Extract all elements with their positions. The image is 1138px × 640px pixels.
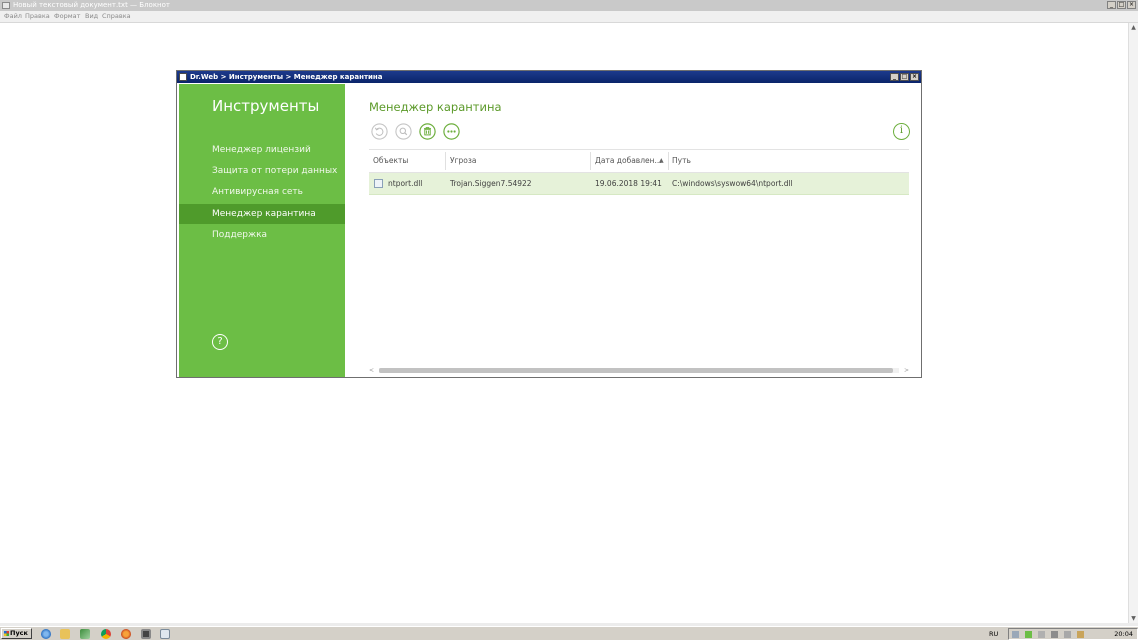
menu-edit[interactable]: Правка	[25, 11, 50, 22]
notepad-window-controls: _ □ ×	[1107, 1, 1136, 9]
drweb-window-controls: _ □ ×	[890, 73, 919, 81]
taskbar: Пуск RU 20:04	[0, 626, 1138, 640]
menu-view[interactable]: Вид	[85, 11, 98, 22]
tray-network-icon[interactable]	[1012, 631, 1019, 638]
rescan-button[interactable]	[395, 123, 412, 140]
column-divider[interactable]	[668, 152, 669, 170]
notepad-vertical-scrollbar[interactable]: ▲ ▼	[1128, 23, 1138, 623]
sidebar-heading: Инструменты	[212, 97, 320, 115]
cell-object: ntport.dll	[388, 179, 423, 188]
ie-icon[interactable]	[41, 629, 51, 639]
scroll-down-arrow-icon[interactable]: ▼	[1129, 614, 1138, 623]
notepad-close-button[interactable]: ×	[1127, 1, 1136, 9]
notepad-titlebar[interactable]: Новый текстовый документ.txt — Блокнот _…	[0, 0, 1138, 11]
delete-button[interactable]	[419, 123, 436, 140]
drweb-taskbar-icon[interactable]	[141, 629, 151, 639]
notepad-icon	[2, 2, 10, 9]
notepad-menubar: Файл Правка Формат Вид Справка	[0, 11, 1138, 23]
system-tray: RU 20:04	[989, 628, 1138, 640]
restore-icon	[371, 123, 388, 140]
sidebar: Инструменты Менеджер лицензий Защита от …	[179, 84, 345, 377]
drweb-app-icon	[179, 73, 187, 81]
drweb-maximize-button[interactable]: □	[900, 73, 909, 81]
table-row[interactable]: ntport.dll Trojan.Siggen7.54922 19.06.20…	[369, 173, 909, 195]
explorer-icon[interactable]	[60, 629, 70, 639]
tray-volume-icon[interactable]	[1051, 631, 1058, 638]
more-button[interactable]	[443, 123, 460, 140]
clock[interactable]: 20:04	[1114, 629, 1133, 639]
start-button[interactable]: Пуск	[1, 628, 32, 639]
drweb-titlebar[interactable]: Dr.Web > Инструменты > Менеджер карантин…	[177, 71, 921, 83]
row-checkbox[interactable]	[374, 179, 383, 188]
cell-threat: Trojan.Siggen7.54922	[450, 179, 532, 188]
scrollbar-thumb[interactable]	[379, 368, 893, 373]
page-title: Менеджер карантина	[369, 100, 502, 114]
notepad-taskbar-icon[interactable]	[160, 629, 170, 639]
notepad-minimize-button[interactable]: _	[1107, 1, 1116, 9]
scroll-right-arrow-icon[interactable]: >	[904, 367, 909, 374]
firefox-icon[interactable]	[121, 629, 131, 639]
sidebar-item-data-loss-protection[interactable]: Защита от потери данных	[179, 161, 345, 181]
scroll-left-arrow-icon[interactable]: <	[369, 367, 374, 374]
main-panel: Менеджер карантина i Объекты Угроза Дата…	[345, 84, 921, 377]
app-icon[interactable]	[80, 629, 90, 639]
sort-ascending-icon: ▲	[659, 157, 664, 164]
sidebar-item-license-manager[interactable]: Менеджер лицензий	[179, 140, 345, 160]
restore-button[interactable]	[371, 123, 388, 140]
more-icon	[443, 123, 460, 140]
tray-monitor-icon[interactable]	[1064, 631, 1071, 638]
help-icon[interactable]: ?	[212, 334, 228, 350]
sidebar-item-quarantine-manager[interactable]: Менеджер карантина	[179, 204, 345, 224]
tray-flag-icon[interactable]	[1038, 631, 1045, 638]
language-indicator[interactable]: RU	[989, 629, 998, 640]
drweb-close-button[interactable]: ×	[910, 73, 919, 81]
column-header-path[interactable]: Путь	[672, 150, 691, 172]
drweb-window: Dr.Web > Инструменты > Менеджер карантин…	[176, 70, 922, 378]
sidebar-item-antivirus-network[interactable]: Антивирусная сеть	[179, 182, 345, 202]
drweb-minimize-button[interactable]: _	[890, 73, 899, 81]
notepad-title: Новый текстовый документ.txt — Блокнот	[13, 1, 170, 9]
horizontal-scrollbar[interactable]: < >	[369, 367, 909, 374]
tray-drweb-icon[interactable]	[1025, 631, 1032, 638]
column-header-objects[interactable]: Объекты	[373, 150, 408, 172]
quarantine-table: Объекты Угроза Дата добавлен... ▲ Путь n…	[369, 149, 909, 195]
info-icon[interactable]: i	[893, 123, 910, 140]
scroll-up-arrow-icon[interactable]: ▲	[1129, 23, 1138, 32]
table-header: Объекты Угроза Дата добавлен... ▲ Путь	[369, 149, 909, 173]
column-divider[interactable]	[590, 152, 591, 170]
menu-format[interactable]: Формат	[54, 11, 80, 22]
column-header-threat[interactable]: Угроза	[450, 150, 476, 172]
sidebar-item-support[interactable]: Поддержка	[179, 225, 345, 245]
menu-file[interactable]: Файл	[4, 11, 22, 22]
cell-path: C:\windows\syswow64\ntport.dll	[672, 179, 793, 188]
chrome-icon[interactable]	[101, 629, 111, 639]
menu-help[interactable]: Справка	[102, 11, 131, 22]
drweb-title: Dr.Web > Инструменты > Менеджер карантин…	[190, 73, 383, 81]
rescan-icon	[395, 123, 412, 140]
notepad-maximize-button[interactable]: □	[1117, 1, 1126, 9]
tray-shield-icon[interactable]	[1077, 631, 1084, 638]
column-divider[interactable]	[445, 152, 446, 170]
delete-icon	[419, 123, 436, 140]
cell-date: 19.06.2018 19:41	[595, 179, 662, 188]
column-header-date-added[interactable]: Дата добавлен...	[595, 150, 662, 172]
